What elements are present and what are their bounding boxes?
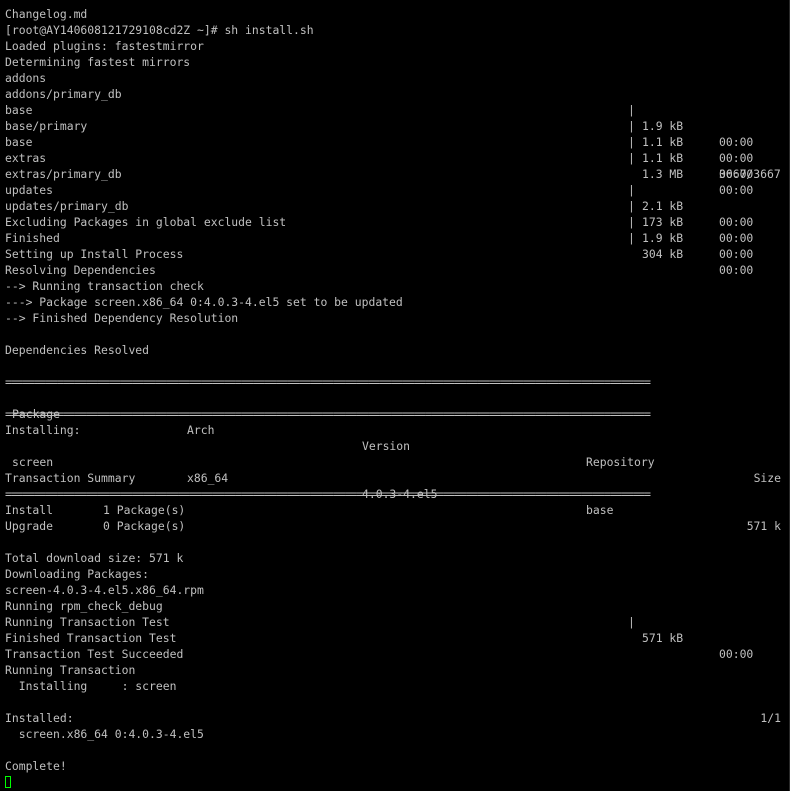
summary-row: Upgrade 0 Package(s) <box>0 518 789 534</box>
terminal-line: ---> Package screen.x86_64 0:4.0.3-4.el5… <box>0 294 789 310</box>
output-text: Running rpm_check_debug <box>5 599 163 613</box>
terminal-line: screen.x86_64 0:4.0.3-4.el5 <box>0 726 789 742</box>
terminal-line: Running Transaction <box>0 662 789 678</box>
terminal-line: Excluding Packages in global exclude lis… <box>0 214 789 230</box>
cursor-icon[interactable] <box>5 776 11 788</box>
terminal-line: Transaction Summary <box>0 470 789 486</box>
output-text: Determining fastest mirrors <box>5 55 191 69</box>
terminal-window[interactable]: Changelog.md [root@AY140608121729108cd2Z… <box>0 0 790 791</box>
repo-name: addons <box>5 71 47 85</box>
output-text: --> Finished Dependency Resolution <box>5 311 239 325</box>
repo-line: addons/primary_db | 1.1 kB 00:00 <box>0 86 789 165</box>
prompt-line[interactable] <box>0 774 789 790</box>
separator-line: ========================================… <box>0 406 789 422</box>
terminal-line: Running rpm_check_debug <box>0 598 789 614</box>
terminal-line: Finished Transaction Test <box>0 630 789 646</box>
terminal-line: Running Transaction Test <box>0 614 789 630</box>
command-prompt: [root@AY140608121729108cd2Z ~]# sh insta… <box>5 23 314 37</box>
terminal-line: Installing: <box>0 422 789 438</box>
output-text: Loaded plugins: fastestmirror <box>5 39 204 53</box>
separator-text: ========================================… <box>5 407 651 421</box>
summary-value: 1 Package(s) <box>103 503 186 517</box>
repo-name: base <box>5 103 33 117</box>
output-text: ---> Package screen.x86_64 0:4.0.3-4.el5… <box>5 295 403 309</box>
section-label: Transaction Summary <box>5 471 136 485</box>
terminal-line: --> Running transaction check <box>0 278 789 294</box>
summary-row: Install 1 Package(s) <box>0 502 789 518</box>
output-text: Transaction Test Succeeded <box>5 647 184 661</box>
output-text: Finished Transaction Test <box>5 631 177 645</box>
output-text: Running Transaction <box>5 663 136 677</box>
output-text: Dependencies Resolved <box>5 343 150 357</box>
terminal-line: Total download size: 571 k <box>0 550 789 566</box>
rpm-name: screen-4.0.3-4.el5.x86_64.rpm <box>5 583 204 597</box>
separator-line: ========================================… <box>0 486 789 502</box>
terminal-line: Changelog.md <box>0 6 789 22</box>
section-label: Installed: <box>5 711 74 725</box>
output-text: Downloading Packages: <box>5 567 150 581</box>
installed-package: screen.x86_64 0:4.0.3-4.el5 <box>5 727 204 741</box>
terminal-line: Downloading Packages: <box>0 566 789 582</box>
summary-value: 0 Package(s) <box>103 519 186 533</box>
repo-line: addons | 1.9 kB 00:00 <box>0 70 789 149</box>
output-text: Excluding Packages in global exclude lis… <box>5 215 287 229</box>
repo-name: extras <box>5 151 47 165</box>
terminal-line: Loaded plugins: fastestmirror <box>0 38 789 54</box>
output-text: Changelog.md <box>5 7 88 21</box>
separator-text: ========================================… <box>5 487 651 501</box>
installing-line: Installing : screen 1/1 <box>0 678 789 725</box>
output-text: Resolving Dependencies <box>5 263 156 277</box>
repo-name: extras/primary_db <box>5 167 122 181</box>
table-header: Package Arch Version Repository Size <box>0 390 789 485</box>
output-text: Finished <box>5 231 60 245</box>
repo-name: base/primary <box>5 119 88 133</box>
terminal-line: --> Finished Dependency Resolution <box>0 310 789 326</box>
terminal-line: Installed: <box>0 710 789 726</box>
output-text: Running Transaction Test <box>5 615 170 629</box>
section-label: Installing: <box>5 423 81 437</box>
terminal-line: Dependencies Resolved <box>0 342 789 358</box>
terminal-line: [root@AY140608121729108cd2Z ~]# sh insta… <box>0 22 789 38</box>
terminal-line: Setting up Install Process <box>0 246 789 262</box>
download-line: screen-4.0.3-4.el5.x86_64.rpm | 571 kB 0… <box>0 582 789 661</box>
output-text: Setting up Install Process <box>5 247 184 261</box>
repo-line: updates | 1.9 kB 00:00 <box>0 182 789 261</box>
repo-name: base <box>5 135 33 149</box>
repo-name: updates <box>5 183 54 197</box>
terminal-line: Resolving Dependencies <box>0 262 789 278</box>
terminal-line: Determining fastest mirrors <box>0 54 789 70</box>
repo-line: extras | 2.1 kB 00:00 <box>0 150 789 229</box>
repo-line: updates/primary_db | 304 kB 00:00 <box>0 198 789 277</box>
repo-name: updates/primary_db <box>5 199 129 213</box>
output-text: Total download size: 571 k <box>5 551 184 565</box>
progress-line: base 3667/3667 <box>0 134 789 181</box>
repo-line: extras/primary_db | 173 kB 00:00 <box>0 166 789 245</box>
terminal-line: Finished <box>0 230 789 246</box>
repo-name: addons/primary_db <box>5 87 122 101</box>
output-text: --> Running transaction check <box>5 279 204 293</box>
separator-text: ========================================… <box>5 375 651 389</box>
terminal-line: Complete! <box>0 758 789 774</box>
installing-text: Installing : screen <box>5 679 177 693</box>
repo-line: base | 1.1 kB 00:00 <box>0 102 789 181</box>
table-row: screen x86_64 4.0.3-4.el5 base 571 k <box>0 438 789 533</box>
summary-label: Install <box>5 503 54 517</box>
terminal-line: Transaction Test Succeeded <box>0 646 789 662</box>
summary-label: Upgrade <box>5 519 54 533</box>
repo-line: base/primary | 1.3 MB 00:00 <box>0 118 789 197</box>
separator-line: ========================================… <box>0 374 789 390</box>
output-text: Complete! <box>5 759 67 773</box>
